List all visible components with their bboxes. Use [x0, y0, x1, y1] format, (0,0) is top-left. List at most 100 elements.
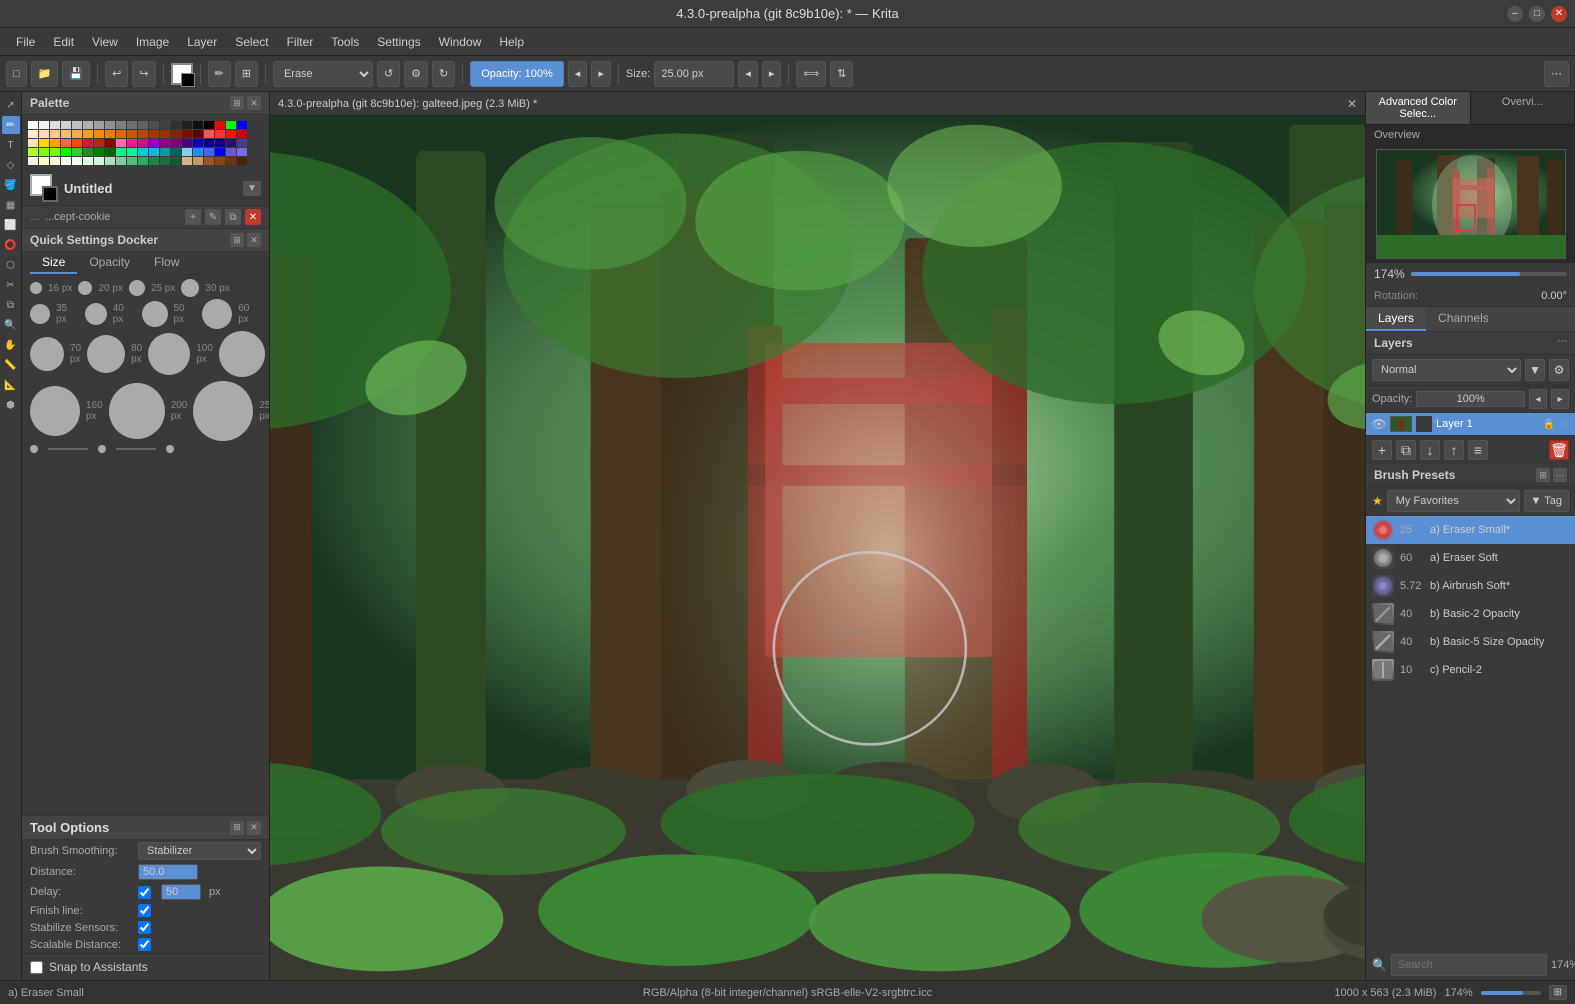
color-cell[interactable]	[237, 139, 247, 147]
menu-image[interactable]: Image	[128, 32, 177, 52]
color-cell[interactable]	[116, 121, 126, 129]
color-cell[interactable]	[72, 139, 82, 147]
menu-edit[interactable]: Edit	[45, 32, 82, 52]
menu-view[interactable]: View	[84, 32, 126, 52]
color-cell[interactable]	[237, 157, 247, 165]
canvas-container[interactable]	[270, 116, 1365, 980]
layer-visibility-toggle[interactable]: 👁	[1372, 417, 1386, 431]
delete-palette-button[interactable]: ✕	[245, 209, 261, 225]
color-cell[interactable]	[149, 139, 159, 147]
color-cell[interactable]	[149, 121, 159, 129]
color-cell[interactable]	[94, 157, 104, 165]
brush-circle-70[interactable]	[30, 337, 64, 371]
size-input[interactable]	[654, 61, 734, 87]
color-cell[interactable]	[226, 148, 236, 156]
grid-button[interactable]: ⊞	[235, 61, 258, 87]
color-cell[interactable]	[105, 139, 115, 147]
layer-options-button[interactable]: ⋯	[1559, 419, 1569, 430]
snap-label[interactable]: Snap to Assistants	[30, 960, 261, 974]
tool-text[interactable]: T	[2, 136, 20, 154]
blend-mode-select[interactable]: Normal Multiply Screen Overlay	[1372, 359, 1521, 381]
tool-gradient[interactable]: ▦	[2, 196, 20, 214]
color-cell[interactable]	[61, 121, 71, 129]
minimize-button[interactable]: –	[1507, 6, 1523, 22]
color-cell[interactable]	[105, 121, 115, 129]
layers-settings-button[interactable]: ⚙	[1549, 359, 1569, 381]
layer-row[interactable]: 👁 Layer 1 🔒 ⋯	[1366, 413, 1575, 435]
add-palette-button[interactable]: +	[185, 209, 201, 225]
color-cell[interactable]	[226, 139, 236, 147]
tab-channels[interactable]: Channels	[1426, 307, 1501, 331]
brush-smoothing-select[interactable]: Stabilizer	[138, 842, 261, 860]
color-cell[interactable]	[61, 130, 71, 138]
color-cell[interactable]	[50, 157, 60, 165]
color-cell[interactable]	[28, 157, 38, 165]
color-cell[interactable]	[204, 139, 214, 147]
tool-select-circle[interactable]: ⭕	[2, 236, 20, 254]
color-cell[interactable]	[94, 121, 104, 129]
color-cell[interactable]	[138, 148, 148, 156]
brush-circle-160[interactable]	[30, 386, 80, 436]
color-cell[interactable]	[72, 148, 82, 156]
tag-button[interactable]: ▼ Tag	[1524, 490, 1569, 512]
tool-zoom[interactable]: 🔍	[2, 316, 20, 334]
menu-tools[interactable]: Tools	[323, 32, 367, 52]
color-cell[interactable]	[72, 130, 82, 138]
copy-palette-button[interactable]: ⧉	[225, 209, 241, 225]
tab-layers[interactable]: Layers	[1366, 307, 1426, 331]
undo-button[interactable]: ↩	[105, 61, 128, 87]
color-cell[interactable]	[39, 121, 49, 129]
brush-toggle[interactable]: ✏	[208, 61, 231, 87]
redo-button[interactable]: ↪	[132, 61, 155, 87]
color-cell[interactable]	[171, 121, 181, 129]
color-cell[interactable]	[94, 148, 104, 156]
open-button[interactable]: 📁	[31, 61, 59, 87]
add-layer-button[interactable]: +	[1372, 440, 1392, 460]
brush-circle-extra1[interactable]	[30, 445, 38, 453]
delay-input[interactable]	[161, 884, 201, 900]
delete-layer-button[interactable]: 🗑	[1549, 440, 1569, 460]
color-cell[interactable]	[204, 157, 214, 165]
color-cell[interactable]	[237, 121, 247, 129]
color-cell[interactable]	[160, 157, 170, 165]
color-cell[interactable]	[39, 157, 49, 165]
color-cell[interactable]	[160, 121, 170, 129]
size-up-button[interactable]: ▸	[762, 61, 782, 87]
color-cell[interactable]	[61, 157, 71, 165]
tab-advanced-color[interactable]: Advanced Color Selec...	[1366, 92, 1471, 124]
close-button[interactable]: ✕	[1551, 6, 1567, 22]
brush-circle-120[interactable]	[219, 331, 265, 377]
color-cell[interactable]	[182, 157, 192, 165]
brush-circle-40[interactable]	[85, 303, 107, 325]
brush-circle-16[interactable]	[30, 282, 42, 294]
brush-slider[interactable]	[48, 448, 88, 450]
brush-circle-80[interactable]	[87, 335, 125, 373]
menu-window[interactable]: Window	[431, 32, 490, 52]
tab-size[interactable]: Size	[30, 252, 77, 274]
color-cell[interactable]	[226, 121, 236, 129]
color-cell[interactable]	[204, 148, 214, 156]
menu-filter[interactable]: Filter	[279, 32, 322, 52]
brush-circle-30[interactable]	[181, 279, 199, 297]
color-cell[interactable]	[215, 139, 225, 147]
new-document-button[interactable]: □	[6, 61, 27, 87]
color-cell[interactable]	[149, 130, 159, 138]
tool-select-contiguous[interactable]: ✂	[2, 276, 20, 294]
color-cell[interactable]	[182, 139, 192, 147]
brush-preset-eraser-small[interactable]: 25 a) Eraser Small*	[1366, 516, 1575, 544]
color-cell[interactable]	[94, 139, 104, 147]
save-button[interactable]: 💾	[62, 61, 90, 87]
color-cell[interactable]	[61, 148, 71, 156]
tab-opacity[interactable]: Opacity	[77, 252, 142, 274]
color-cell[interactable]	[28, 130, 38, 138]
quick-settings-close[interactable]: ✕	[247, 233, 261, 247]
palette-grid-button[interactable]: ⊞	[230, 96, 244, 110]
duplicate-layer-button[interactable]: ⧉	[1396, 440, 1416, 460]
color-cell[interactable]	[127, 130, 137, 138]
color-cell[interactable]	[204, 130, 214, 138]
mirror-v-button[interactable]: ⇅	[830, 61, 853, 87]
color-cell[interactable]	[94, 130, 104, 138]
color-cell[interactable]	[171, 139, 181, 147]
merge-layers-button[interactable]: ≡	[1468, 440, 1488, 460]
more-button[interactable]: ⋯	[1544, 61, 1569, 87]
